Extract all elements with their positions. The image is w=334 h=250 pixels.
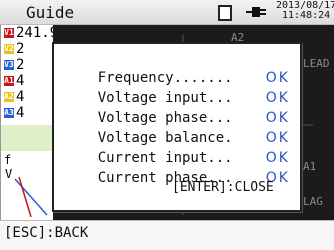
- channel-chip-v2: V2: [4, 44, 14, 54]
- vector-label-lead: LEAD: [303, 57, 330, 70]
- measure-value-a3: 4: [16, 105, 25, 121]
- measure-value-v2: 2: [16, 41, 25, 57]
- vector-label-lag: LAG: [303, 195, 323, 208]
- measure-value-a1: 4: [16, 73, 25, 89]
- waveform-graphic: [14, 176, 48, 218]
- footer-bar: [ESC]:BACK: [0, 220, 334, 250]
- vector-label-a1: A1: [303, 160, 317, 173]
- measure-row-a2: A2 4: [1, 89, 25, 105]
- measure-row-a1: A1 4: [1, 73, 25, 89]
- measurement-panel: V1 241.9 V 0.0° V2 2 V3 2 A1 4 A2 4 A3 4…: [0, 25, 142, 221]
- channel-chip-v3: V3: [4, 60, 14, 70]
- channel-chip-a3: A3: [4, 108, 14, 118]
- check-row-voltage-phase: Voltage phase... OK: [64, 94, 290, 126]
- check-row-voltage-input: Voltage input... OK: [64, 74, 290, 106]
- waveform-thumbnail: V: [1, 165, 53, 219]
- check-row-current-phase: Current phase... OK: [64, 154, 290, 186]
- measure-value-a2: 4: [16, 89, 25, 105]
- status-band: [1, 125, 53, 151]
- frequency-label: f: [1, 153, 56, 167]
- check-row-frequency: Frequency....... OK: [64, 54, 290, 86]
- measure-row-v3: V3 2: [1, 57, 25, 73]
- check-row-current-input: Current input... OK: [64, 134, 290, 166]
- measure-row-a3: A3 4: [1, 105, 25, 121]
- time-text: 11:48:24: [282, 10, 331, 21]
- guide-result-dialog: Frequency....... OK Voltage input... OK Vo…: [52, 42, 302, 212]
- enter-close-button[interactable]: [ENTER]:CLOSE: [172, 180, 274, 195]
- measure-value-v3: 2: [16, 57, 25, 73]
- page-title: Guide: [26, 3, 75, 22]
- esc-back-hint[interactable]: [ESC]:BACK: [4, 225, 88, 241]
- datetime-readout: 2013/08/17 11:48:24: [276, 1, 334, 21]
- plug-icon: [246, 7, 266, 17]
- document-icon[interactable]: [218, 5, 232, 21]
- measure-row-v2: V2 2: [1, 41, 25, 57]
- channel-chip-v1: V1: [4, 28, 14, 38]
- channel-chip-a2: A2: [4, 92, 14, 102]
- channel-chip-a1: A1: [4, 76, 14, 86]
- check-row-voltage-balance: Voltage balance. OK: [64, 114, 290, 146]
- title-bar: Guide 2013/08/17 11:48:24: [0, 0, 334, 25]
